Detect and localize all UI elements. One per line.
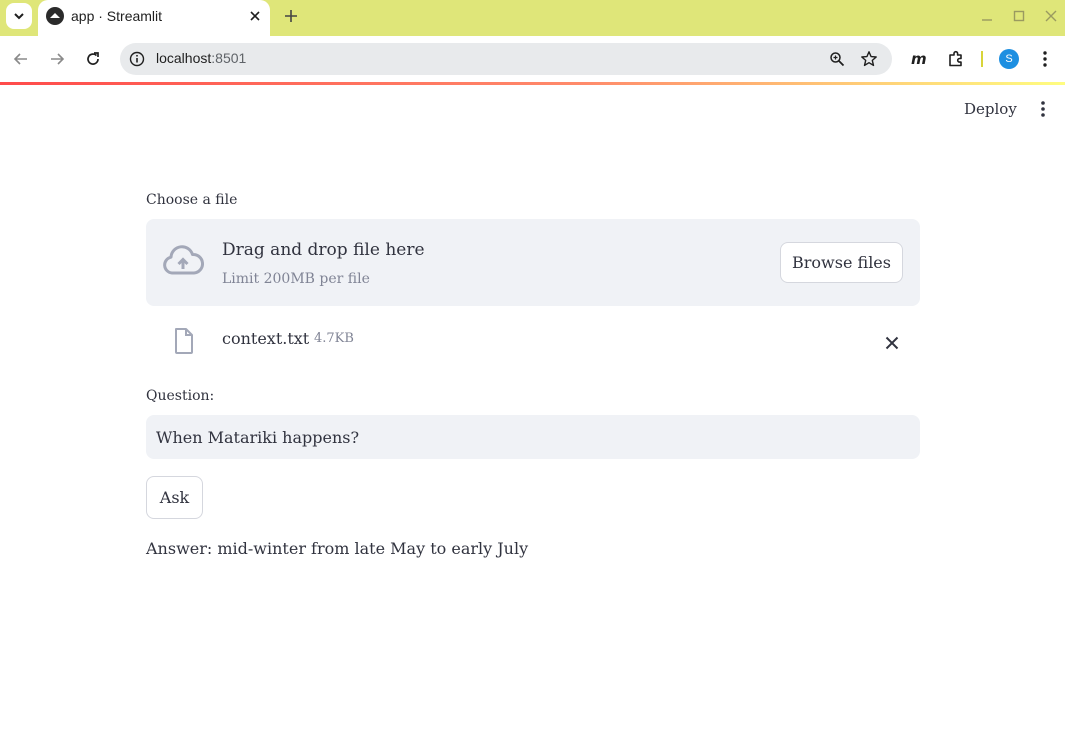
tab-close-button[interactable] [245, 6, 265, 26]
browse-files-button[interactable]: Browse files [780, 242, 903, 283]
close-icon [1045, 10, 1057, 22]
maximize-icon [1013, 10, 1025, 22]
reload-button[interactable] [81, 47, 105, 71]
zoom-icon[interactable] [826, 48, 848, 70]
file-uploader-label: Choose a file [146, 192, 238, 208]
window-close-button[interactable] [1041, 6, 1061, 26]
arrow-left-icon [13, 53, 27, 65]
bookmark-star-icon[interactable] [858, 48, 880, 70]
plus-icon [285, 10, 297, 22]
remove-file-button[interactable] [880, 331, 904, 355]
arrow-right-icon [51, 53, 65, 65]
address-bar[interactable]: localhost:8501 [120, 43, 892, 75]
reload-icon [87, 52, 99, 65]
new-tab-button[interactable] [280, 5, 302, 27]
minimize-icon [982, 19, 992, 21]
browser-menu-button[interactable] [1033, 47, 1057, 71]
cloud-upload-icon [163, 245, 204, 275]
file-dropzone[interactable]: Drag and drop file here Limit 200MB per … [146, 219, 920, 306]
question-input[interactable]: When Matariki happens? [146, 415, 920, 459]
forward-button[interactable] [45, 47, 69, 71]
chevron-down-icon [14, 13, 24, 20]
tab-title: app · Streamlit [71, 8, 163, 24]
url-text: localhost:8501 [156, 50, 246, 66]
close-icon [885, 336, 899, 350]
kebab-menu-icon [1041, 101, 1045, 117]
answer-text: Answer: mid-winter from late May to earl… [146, 539, 529, 558]
extensions-puzzle-icon[interactable] [944, 47, 968, 71]
extension-m-icon[interactable]: m [907, 47, 931, 71]
uploaded-file-size: 4.7KB [314, 331, 354, 346]
site-info-icon[interactable] [128, 50, 146, 68]
url-host: localhost [156, 50, 212, 66]
uploaded-file-row: context.txt 4.7KB [146, 320, 920, 362]
back-button[interactable] [9, 47, 33, 71]
app-main-menu-button[interactable] [1033, 97, 1053, 121]
tab-search-button[interactable] [6, 3, 32, 29]
file-icon [175, 328, 193, 354]
dropzone-limit: Limit 200MB per file [222, 271, 370, 287]
deploy-button[interactable]: Deploy [956, 96, 1025, 122]
question-label: Question: [146, 388, 215, 404]
streamlit-header-decoration [0, 82, 1065, 85]
url-port: :8501 [211, 50, 247, 66]
dropzone-title: Drag and drop file here [222, 240, 425, 260]
browser-tabstrip: app · Streamlit [0, 0, 1065, 36]
browser-tab-active[interactable]: app · Streamlit [38, 0, 270, 36]
uploaded-file-name: context.txt [222, 329, 310, 348]
minimize-button[interactable] [977, 6, 997, 26]
ask-button[interactable]: Ask [146, 476, 203, 519]
profile-avatar[interactable]: S [999, 49, 1019, 69]
svg-text:m: m [911, 51, 927, 67]
browser-toolbar: localhost:8501 m S [0, 36, 1065, 82]
streamlit-favicon-icon [46, 7, 64, 25]
kebab-menu-icon [1043, 51, 1047, 67]
maximize-button[interactable] [1009, 6, 1029, 26]
close-icon [250, 11, 260, 21]
toolbar-divider [981, 51, 983, 67]
